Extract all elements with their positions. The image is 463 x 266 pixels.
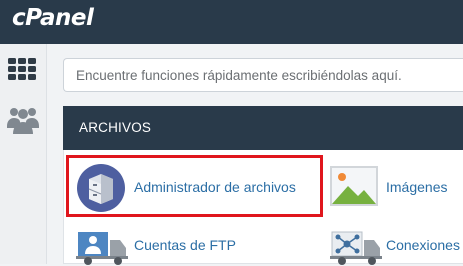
connections-label: Conexiones <box>386 237 460 253</box>
top-bar: cPanel <box>0 0 463 44</box>
section-title: ARCHIVOS <box>79 120 152 135</box>
images-link[interactable]: Imágenes <box>328 160 458 214</box>
grid-icon[interactable] <box>8 58 36 80</box>
ftp-truck-icon <box>76 232 128 265</box>
file-cabinet-icon <box>77 164 125 212</box>
ftp-accounts-label: Cuentas de FTP <box>134 237 236 253</box>
image-icon <box>330 166 378 206</box>
users-icon[interactable] <box>7 104 39 134</box>
files-panel-header: ARCHIVOS <box>63 106 463 150</box>
cpanel-logo[interactable]: cPanel <box>12 5 94 31</box>
search-input[interactable] <box>63 58 463 92</box>
file-manager-link[interactable]: Administrador de archivos <box>70 160 318 214</box>
images-label: Imágenes <box>386 179 448 195</box>
connections-link[interactable]: Conexiones <box>328 228 463 265</box>
ftp-accounts-link[interactable]: Cuentas de FTP <box>74 228 274 265</box>
network-truck-icon <box>330 231 382 265</box>
file-manager-label: Administrador de archivos <box>134 179 296 195</box>
